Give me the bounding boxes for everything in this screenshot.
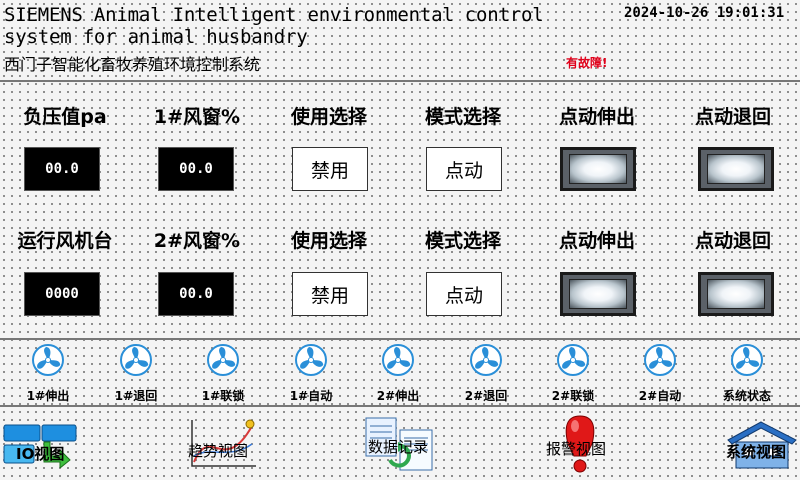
fan-icon [120, 344, 152, 376]
mode-select-button-1[interactable]: 点动 [426, 147, 502, 191]
alarm-view-label: 报警视图 [546, 440, 607, 458]
system-view-button[interactable]: 系统视图 [722, 414, 800, 474]
label-jog-extend-2: 点动伸出 [558, 230, 635, 252]
status-label: 1#联锁 [201, 389, 245, 403]
mode-select-button-2[interactable]: 点动 [426, 272, 502, 316]
status-divider-top [0, 338, 800, 340]
datetime: 2024-10-26 19:01:31 [624, 5, 785, 21]
trend-view-button[interactable]: 趋势视图 [180, 416, 260, 474]
title-en-line2: system for animal husbandry [4, 26, 308, 48]
label-use-select-2: 使用选择 [290, 230, 367, 252]
use-select-button-2[interactable]: 禁用 [292, 272, 368, 316]
status-indicator: 1#退回 [91, 344, 181, 403]
status-label: 2#伸出 [376, 389, 420, 403]
status-label: 1#自动 [289, 389, 333, 403]
status-indicator: 2#联锁 [528, 344, 618, 403]
status-indicator: 1#伸出 [3, 344, 93, 403]
fan-icon [32, 344, 64, 376]
label-window2: 2#风窗% [153, 230, 241, 252]
fan-icon [731, 344, 763, 376]
title-cn: 西门子智能化畜牧养殖环境控制系统 [4, 55, 261, 74]
fault-indicator: 有故障! [566, 56, 608, 70]
fan-icon [644, 344, 676, 376]
jog-extend-lamp-2 [569, 279, 627, 309]
status-label: 2#联锁 [551, 389, 595, 403]
jog-retract-button-2[interactable] [698, 272, 774, 316]
system-view-label: 系统视图 [726, 443, 787, 461]
status-indicator: 2#伸出 [353, 344, 443, 403]
use-select-button-1[interactable]: 禁用 [292, 147, 368, 191]
label-window1: 1#风窗% [153, 106, 241, 128]
jog-extend-button-2[interactable] [560, 272, 636, 316]
header-divider [0, 80, 800, 82]
alarm-view-button[interactable]: 报警视图 [540, 414, 620, 474]
label-fans-running: 运行风机台 [17, 230, 113, 252]
title-en-line1: SIEMENS Animal Intelligent environmental… [4, 4, 544, 26]
fan-icon [382, 344, 414, 376]
fan-icon [295, 344, 327, 376]
pressure-display: 00.0 [24, 147, 100, 191]
fans-running-display: 0000 [24, 272, 100, 316]
fan-icon [207, 344, 239, 376]
jog-retract-lamp-1 [707, 154, 765, 184]
io-view-label: IO视图 [16, 445, 65, 463]
jog-extend-button-1[interactable] [560, 147, 636, 191]
fan-icon [470, 344, 502, 376]
fan-icon [557, 344, 589, 376]
data-log-label: 数据记录 [368, 438, 429, 456]
label-pressure: 负压值pa [23, 106, 107, 128]
jog-retract-button-1[interactable] [698, 147, 774, 191]
label-jog-retract-1: 点动退回 [694, 106, 771, 128]
jog-retract-lamp-2 [707, 279, 765, 309]
label-jog-retract-2: 点动退回 [694, 230, 771, 252]
status-indicator: 2#自动 [615, 344, 705, 403]
status-indicator: 1#自动 [266, 344, 356, 403]
window1-display: 00.0 [158, 147, 234, 191]
status-indicator: 1#联锁 [178, 344, 268, 403]
trend-view-label: 趋势视图 [188, 442, 249, 460]
status-label: 1#伸出 [26, 389, 70, 403]
status-divider-bottom [0, 405, 800, 407]
status-label: 系统状态 [722, 389, 771, 403]
status-indicator: 系统状态 [702, 344, 792, 403]
data-log-button[interactable]: 数据记录 [360, 414, 442, 474]
label-mode-select-2: 模式选择 [424, 230, 501, 252]
label-mode-select-1: 模式选择 [424, 106, 501, 128]
io-view-button[interactable]: IO视图 [2, 418, 80, 474]
status-label: 2#自动 [638, 389, 682, 403]
label-jog-extend-1: 点动伸出 [558, 106, 635, 128]
status-label: 2#退回 [464, 389, 508, 403]
status-label: 1#退回 [114, 389, 158, 403]
jog-extend-lamp-1 [569, 154, 627, 184]
label-use-select-1: 使用选择 [290, 106, 367, 128]
window2-display: 00.0 [158, 272, 234, 316]
status-indicator: 2#退回 [441, 344, 531, 403]
